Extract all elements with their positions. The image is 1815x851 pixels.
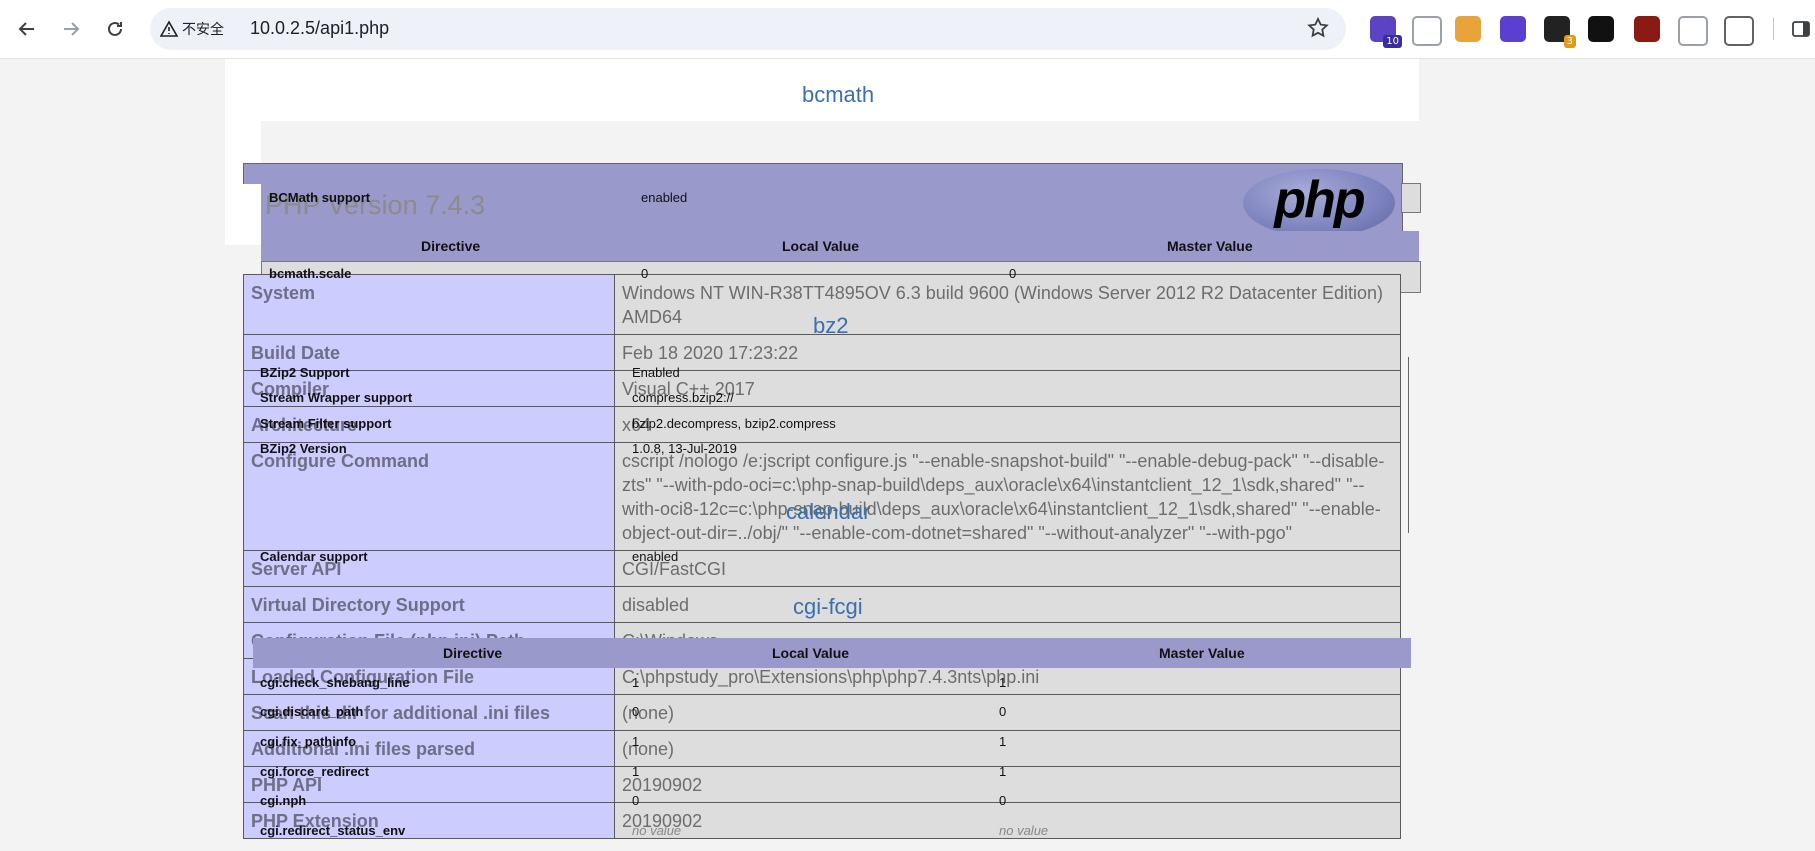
warning-icon [160,20,178,37]
php-info-row: Server API CGI/FastCGI [243,550,1401,587]
cgi-row-master: no value [999,823,1049,838]
bz2-row-value: 1.0.8, 13-Jul-2019 [632,441,737,456]
extension-owl-icon[interactable] [1634,16,1660,42]
bz2-row-key: Stream Filter support [260,416,392,431]
php-info-value: Windows NT WIN-R38TT4895OV 6.3 build 960… [614,274,1401,335]
extension-q-icon[interactable]: 3 [1544,16,1576,48]
php-logo: php [1243,169,1395,237]
reload-icon [108,21,122,36]
cgi-col-master: Master Value [1159,645,1245,661]
bz2-row-value: compress.bzip2:// [632,390,734,405]
browser-toolbar: 不安全 10.0.2.5/api1.php 10 3 [0,0,1815,59]
extension-glasses-icon[interactable] [1588,16,1614,42]
bz2-heading[interactable]: bz2 [813,313,848,339]
cgi-row-master: 1 [999,734,1007,749]
cgi-row-master: 1 [999,675,1007,690]
bz2-row-value: Enabled [632,365,680,380]
php-info-table: System Windows NT WIN-R38TT4895OV 6.3 bui… [243,274,1401,839]
php-info-row: PHP API 20190902 [243,766,1401,803]
php-info-value: 20190902 [614,766,1401,803]
php-info-row: Configure Command cscript /nologo /e:jscr… [243,442,1401,551]
cgi-row-key: cgi.check_shebang_line [260,675,410,690]
back-button[interactable] [12,14,42,44]
php-info-row: Scan this dir for additional .ini files(… [243,694,1401,731]
bz2-edge [1408,357,1409,533]
arrow-right-icon [64,22,80,36]
right-stub [1401,183,1421,213]
forward-button[interactable] [56,14,86,44]
php-info-row: Compiler Visual C++ 2017 [243,370,1401,407]
side-panel-button[interactable] [1786,14,1815,44]
bcmath-scale-master: 0 [1009,266,1017,281]
toolbar-divider [1773,18,1774,40]
reload-button[interactable] [100,14,130,44]
address-bar[interactable]: 不安全 10.0.2.5/api1.php [150,8,1346,50]
extensions-puzzle-icon[interactable] [1724,16,1754,46]
bz2-row-value: bzip2.decompress, bzip2.compress [632,416,836,431]
cgi-row-key: cgi.discard_path [260,704,364,719]
php-info-row: PHP Extension 20190902 [243,802,1401,839]
extension-gitzip-icon[interactable] [1678,16,1708,46]
extension-pilcrow-icon[interactable] [1455,16,1481,42]
cgi-row-local: 1 [632,734,640,749]
cgi-row-local: 0 [632,793,640,808]
cgi-row-local: 1 [632,764,640,779]
bcmath-support-value: enabled [641,190,688,205]
cgi-row-local: no value [632,823,682,838]
cgi-col-local: Local Value [772,645,850,661]
php-info-key: Virtual Directory Support [243,586,615,623]
extension-house-icon[interactable]: 10 [1370,16,1402,48]
bcmath-col-local: Local Value [782,238,860,254]
cgi-col-directive: Directive [443,645,503,661]
bz2-row-key: BZip2 Version [260,441,347,456]
white-panel-left-lower [225,184,261,244]
extension-badge: 10 [1383,35,1402,48]
bookmark-button[interactable] [1306,16,1330,44]
bcmath-col-master: Master Value [1167,238,1253,254]
url-text[interactable]: 10.0.2.5/api1.php [250,18,389,39]
cgi-row-master: 1 [999,764,1007,779]
php-info-value: cscript /nologo /e:jscript configure.js … [614,442,1401,551]
bz2-row-key: Stream Wrapper support [260,390,413,405]
php-info-value: Feb 18 2020 17:23:22 [614,334,1401,371]
cgi-heading[interactable]: cgi-fcgi [793,594,863,620]
cgi-row-key: cgi.force_redirect [260,764,370,779]
cgi-row-key: cgi.redirect_status_env [260,823,406,838]
bz2-row-key: BZip2 Support [260,365,350,380]
php-info-row: Additional .ini files parsed (none) [243,730,1401,767]
extension-badge: 3 [1563,35,1576,48]
security-chip[interactable]: 不安全 [160,17,224,41]
bcmath-col-directive: Directive [421,238,481,254]
php-info-value: (none) [614,694,1401,731]
side-panel-icon [1792,21,1810,37]
extension-link-icon[interactable] [1412,16,1442,46]
bcmath-heading[interactable]: bcmath [802,82,874,108]
php-info-value: (none) [614,730,1401,767]
security-label: 不安全 [182,22,224,38]
cgi-row-key: cgi.nph [260,793,307,808]
php-info-value: disabled [614,586,1401,623]
php-info-value: CGI/FastCGI [614,550,1401,587]
php-info-key: Configure Command [243,442,615,551]
calendar-support-key: Calendar support [260,549,368,564]
php-info-key: System [243,274,615,335]
star-icon [1307,16,1329,38]
cgi-row-local: 1 [632,675,640,690]
cgi-directive-header: Directive Local Value Master Value [253,638,1411,668]
calendar-support-value: enabled [632,549,679,564]
cgi-row-master: 0 [999,793,1007,808]
cgi-row-key: cgi.fix_pathinfo [260,734,357,749]
extension-orb-icon[interactable] [1500,16,1526,42]
bcmath-scale-local: 0 [641,266,649,281]
arrow-left-icon [18,22,34,36]
bcmath-directive-header: Directive Local Value Master Value [261,231,1419,261]
bcmath-support-key: BCMath support [269,190,371,205]
cgi-row-master: 0 [999,704,1007,719]
calendar-heading[interactable]: calendar [786,499,870,525]
phpinfo-page: bcmath PHP Version 7.4.3 php BCMath supp… [0,59,1815,851]
php-info-row: Build Date Feb 18 2020 17:23:22 [243,334,1401,371]
bcmath-scale-key: bcmath.scale [269,266,352,281]
cgi-row-local: 0 [632,704,640,719]
